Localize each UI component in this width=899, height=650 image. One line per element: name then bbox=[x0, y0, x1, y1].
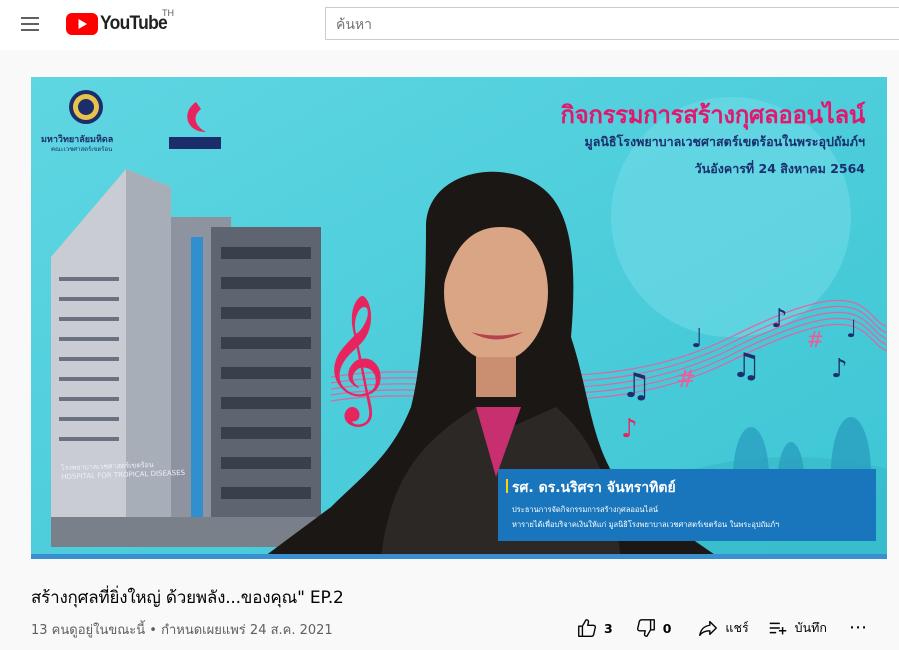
like-button[interactable]: 3 bbox=[576, 617, 613, 639]
thumbs-up-icon bbox=[578, 619, 596, 637]
like-count: 3 bbox=[604, 620, 613, 636]
overlay-title: กิจกรรมการสร้างกุศลออนไลน์ bbox=[560, 101, 865, 129]
overlay-subtitle: มูลนิธิโรงพยาบาลเวชศาสตร์เขตร้อนในพระอุป… bbox=[584, 134, 865, 149]
overlay-date: วันอังคารที่ 24 สิงหาคม 2564 bbox=[694, 161, 865, 176]
svg-text:♪: ♪ bbox=[831, 354, 848, 384]
video-info: 13 คนดูอยู่ในขณะนี้ • กำหนดเผยแพร่ 24 ส.… bbox=[31, 623, 333, 638]
share-label: แชร์ bbox=[725, 620, 749, 635]
dislike-button[interactable]: 0 bbox=[635, 617, 672, 639]
youtube-logo[interactable]: YouTube TH bbox=[66, 8, 174, 37]
svg-text:♩: ♩ bbox=[846, 315, 857, 343]
speaker-description: หารายได้เพื่อบริจาคเงินให้แก่ มูลนิธิโรง… bbox=[512, 520, 780, 529]
speaker-name: รศ. ดร.นริศรา จันทราทิตย์ bbox=[512, 480, 676, 496]
org-logo-subtext: คณะเวชศาสตร์เขตร้อน bbox=[51, 146, 113, 153]
svg-text:♩: ♩ bbox=[691, 324, 703, 354]
search-input[interactable] bbox=[325, 7, 899, 40]
speaker-role: ประธานการจัดกิจกรรมการสร้างกุศลออนไลน์ bbox=[512, 505, 659, 514]
logo-text: YouTube bbox=[100, 13, 168, 34]
svg-text:♪: ♪ bbox=[771, 304, 788, 334]
masthead: YouTube TH bbox=[0, 0, 899, 50]
save-button[interactable]: บันทึก bbox=[767, 617, 827, 639]
hamburger-menu-icon[interactable] bbox=[18, 12, 42, 36]
lower-third-accent bbox=[506, 479, 508, 493]
thumbs-down-icon bbox=[636, 619, 655, 637]
youtube-play-icon bbox=[66, 13, 98, 35]
more-actions-icon[interactable]: ⋯ bbox=[849, 619, 868, 637]
share-arrow-icon bbox=[699, 620, 718, 637]
logo-region: TH bbox=[162, 8, 174, 18]
svg-text:#: # bbox=[806, 328, 824, 353]
save-label: บันทึก bbox=[794, 620, 827, 635]
video-actions: 3 0 แชร์ บันทึก ⋯ bbox=[576, 616, 868, 640]
svg-text:♫: ♫ bbox=[731, 346, 761, 386]
playlist-add-icon bbox=[769, 622, 786, 635]
speaker-lower-third: รศ. ดร.นริศรา จันทราทิตย์ ประธานการจัดกิ… bbox=[498, 469, 876, 541]
share-button[interactable]: แชร์ bbox=[697, 617, 749, 639]
svg-text:𝄞: 𝄞 bbox=[321, 293, 386, 427]
dislike-count: 0 bbox=[662, 620, 672, 636]
player-progress-bar[interactable] bbox=[31, 554, 887, 559]
video-title: สร้างกุศลที่ยิ่งใหญ่ ด้วยพลัง...ของคุณ" … bbox=[31, 588, 344, 608]
svg-text:#: # bbox=[676, 365, 696, 393]
svg-text:♫: ♫ bbox=[621, 366, 651, 406]
svg-text:♪: ♪ bbox=[621, 414, 638, 444]
video-player[interactable]: 𝄞 ♫ ♫ ♪ ♩ ♪ ♩ # # ♪ มหาวิทยาลัยมหิดล คณะ… bbox=[31, 77, 887, 559]
